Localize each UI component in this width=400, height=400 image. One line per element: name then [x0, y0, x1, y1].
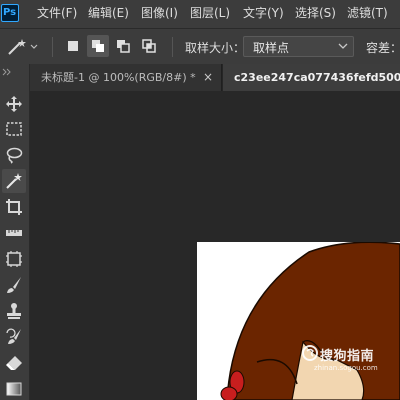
- brush-tool[interactable]: [2, 273, 26, 297]
- tool-preset-picker[interactable]: [6, 38, 38, 56]
- move-icon: [6, 96, 22, 112]
- menu-file[interactable]: 文件(F): [37, 6, 77, 21]
- photoshop-logo[interactable]: Ps: [1, 4, 19, 22]
- stamp-icon: [7, 303, 21, 319]
- intersect-selection-icon: [142, 39, 156, 53]
- intersect-selection-button[interactable]: [138, 35, 160, 57]
- document-tab-bar: 未标题-1 @ 100%(RGB/8#) * × c23ee247ca07743…: [30, 64, 400, 91]
- cartoon-girl-illustration: [220, 242, 400, 400]
- frame-tool[interactable]: [2, 247, 26, 271]
- toolbox: [0, 64, 30, 400]
- tab-label: c23ee247ca077436fefd5002d939: [234, 71, 400, 84]
- tolerance-label: 容差：: [366, 41, 400, 55]
- eraser-tool[interactable]: [2, 351, 26, 375]
- menu-filter[interactable]: 滤镜(T): [347, 6, 388, 21]
- history-brush-icon: [6, 328, 21, 344]
- sample-size-value: 取样点: [253, 41, 290, 55]
- lasso-tool[interactable]: [2, 143, 26, 167]
- gradient-tool[interactable]: [2, 377, 26, 400]
- magic-wand-icon: [8, 39, 38, 55]
- rectangular-marquee-tool[interactable]: [2, 117, 26, 141]
- subtract-selection-icon: [117, 40, 130, 53]
- magic-wand-icon: [6, 173, 22, 189]
- menu-select[interactable]: 选择(S): [295, 6, 336, 21]
- marquee-icon: [6, 122, 22, 136]
- menu-edit[interactable]: 编辑(E): [88, 6, 129, 21]
- crop-icon: [6, 199, 22, 215]
- eraser-icon: [6, 356, 22, 370]
- sample-size-select[interactable]: 取样点: [243, 36, 354, 57]
- magic-wand-tool[interactable]: [2, 169, 26, 193]
- sample-size-label: 取样大小：: [185, 41, 246, 55]
- history-brush-tool[interactable]: [2, 325, 26, 349]
- chevron-down-icon: [338, 43, 348, 49]
- frame-icon: [6, 251, 22, 267]
- move-tool[interactable]: [2, 92, 26, 116]
- watermark: 搜狗指南 zhinan.sogou.com: [300, 345, 400, 375]
- document-canvas[interactable]: [197, 242, 400, 400]
- close-icon[interactable]: ×: [203, 64, 213, 91]
- new-selection-button[interactable]: [62, 35, 84, 57]
- clone-stamp-tool[interactable]: [2, 299, 26, 323]
- separator: [172, 37, 173, 57]
- ruler-icon: [6, 230, 22, 236]
- watermark-text: 搜狗指南: [320, 349, 375, 364]
- tab-image-file[interactable]: c23ee247ca077436fefd5002d939: [223, 64, 400, 91]
- menu-layer[interactable]: 图层(L): [190, 6, 230, 21]
- separator: [52, 37, 53, 57]
- options-bar: 取样大小： 取样点 容差：: [0, 28, 400, 64]
- add-to-selection-icon: [92, 40, 104, 52]
- brush-icon: [7, 277, 21, 293]
- subtract-from-selection-button[interactable]: [112, 35, 134, 57]
- new-selection-icon: [68, 41, 78, 51]
- double-chevron-icon: [2, 68, 11, 76]
- tab-untitled-1[interactable]: 未标题-1 @ 100%(RGB/8#) * ×: [30, 64, 222, 91]
- watermark-url: zhinan.sogou.com: [314, 364, 378, 372]
- add-to-selection-button[interactable]: [87, 35, 109, 57]
- menu-type[interactable]: 文字(Y): [243, 6, 284, 21]
- collapse-toolbox-button[interactable]: [0, 64, 30, 78]
- sogou-logo-icon: [302, 345, 318, 361]
- gradient-icon: [6, 382, 22, 396]
- menu-bar: Ps 文件(F) 编辑(E) 图像(I) 图层(L) 文字(Y) 选择(S) 滤…: [0, 0, 400, 28]
- crop-tool[interactable]: [2, 195, 26, 219]
- menu-image[interactable]: 图像(I): [141, 6, 178, 21]
- ruler-tool[interactable]: [2, 221, 26, 245]
- tab-label: 未标题-1 @ 100%(RGB/8#) *: [41, 71, 196, 84]
- lasso-icon: [6, 147, 23, 164]
